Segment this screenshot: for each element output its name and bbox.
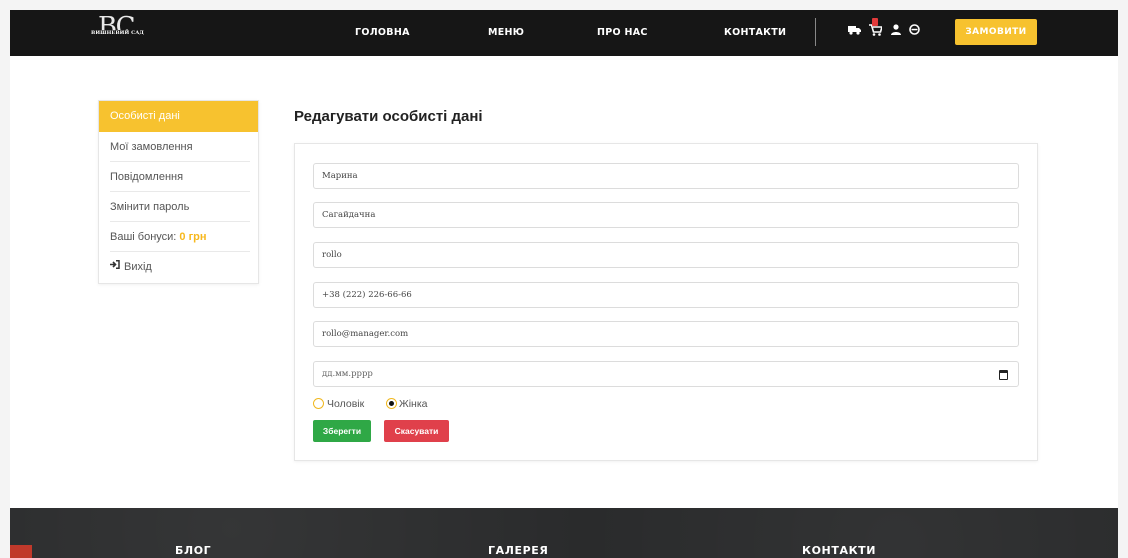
footer-heading-gallery: ГАЛЕРЕЯ: [488, 544, 549, 557]
gender-radio-male[interactable]: [313, 398, 324, 409]
sidebar-divider: [110, 251, 250, 252]
nav-item-menu[interactable]: МЕНЮ: [488, 27, 524, 38]
last-name-field[interactable]: Сагайдачна: [313, 202, 1019, 228]
first-name-field[interactable]: Марина: [313, 163, 1019, 189]
sidebar-item-label: Мої замовлення: [110, 141, 193, 153]
user-icon[interactable]: [891, 24, 901, 38]
page-frame-top: [0, 0, 1128, 10]
cancel-button[interactable]: Скасувати: [384, 420, 449, 442]
logo-mark: BC: [98, 12, 136, 42]
footer-heading-contacts: КОНТАКТИ: [802, 544, 877, 557]
phone-field[interactable]: +38 (222) 226-66-66: [313, 282, 1019, 308]
sidebar-item-label: Особисті дані: [110, 110, 180, 122]
site-header: BC ВИШНЕВИЙ САД ГОЛОВНА МЕНЮ ПРО НАС КОН…: [10, 10, 1118, 56]
order-button[interactable]: ЗАМОВИТИ: [955, 19, 1037, 45]
footer-corner-thumbnail: [10, 545, 32, 558]
gender-label-female[interactable]: Жінка: [399, 398, 428, 410]
email-field[interactable]: rollo@manager.com: [313, 321, 1019, 347]
birth-date-field[interactable]: дд.мм.рррр: [313, 361, 1019, 387]
nav-item-contacts[interactable]: КОНТАКТИ: [724, 27, 786, 38]
delivery-truck-icon[interactable]: [848, 24, 861, 38]
nav-divider: [815, 18, 816, 46]
page-frame-right: [1118, 0, 1128, 558]
gender-radio-female[interactable]: [386, 398, 397, 409]
bonus-value: 0 грн: [179, 231, 207, 243]
sidebar-item-label: Вихід: [124, 261, 152, 273]
sidebar-divider: [110, 161, 250, 162]
personal-data-form: Марина Сагайдачна rollo +38 (222) 226-66…: [294, 143, 1038, 461]
birth-date-placeholder: дд.мм.рррр: [322, 369, 373, 379]
page-title: Редагувати особисті дані: [294, 108, 483, 125]
sidebar-item-logout[interactable]: Вихід: [99, 253, 258, 282]
gender-label-male[interactable]: Чоловік: [327, 398, 364, 410]
sidebar-item-personal-data[interactable]: Особисті дані: [99, 101, 258, 132]
bonus-label: Ваші бонуси:: [110, 231, 177, 243]
sidebar-divider: [110, 221, 250, 222]
nav-item-home[interactable]: ГОЛОВНА: [355, 27, 410, 38]
site-footer: БЛОГ ГАЛЕРЕЯ КОНТАКТИ: [10, 508, 1118, 558]
logo-subtitle: ВИШНЕВИЙ САД: [90, 30, 145, 36]
account-sidebar: Особисті дані Мої замовлення Повідомленн…: [98, 100, 259, 284]
save-button[interactable]: Зберегти: [313, 420, 371, 442]
site-logo[interactable]: BC ВИШНЕВИЙ САД: [90, 12, 152, 50]
sidebar-item-bonuses: Ваші бонуси: 0 грн: [99, 223, 258, 252]
sidebar-item-label: Повідомлення: [110, 171, 184, 183]
login-field[interactable]: rollo: [313, 242, 1019, 268]
cart-icon[interactable]: [869, 24, 884, 39]
calendar-icon[interactable]: [999, 370, 1008, 380]
page-frame-left: [0, 0, 10, 558]
footer-heading-blog: БЛОГ: [175, 544, 212, 557]
sidebar-divider: [110, 191, 250, 192]
sidebar-item-my-orders[interactable]: Мої замовлення: [99, 133, 258, 162]
sidebar-item-label: Змінити пароль: [110, 201, 190, 213]
cart-count-badge: [872, 18, 878, 26]
sign-out-icon: [110, 252, 120, 281]
nav-item-about[interactable]: ПРО НАС: [597, 27, 648, 38]
globe-icon[interactable]: [909, 24, 920, 38]
sidebar-item-change-password[interactable]: Змінити пароль: [99, 193, 258, 222]
sidebar-item-messages[interactable]: Повідомлення: [99, 163, 258, 192]
